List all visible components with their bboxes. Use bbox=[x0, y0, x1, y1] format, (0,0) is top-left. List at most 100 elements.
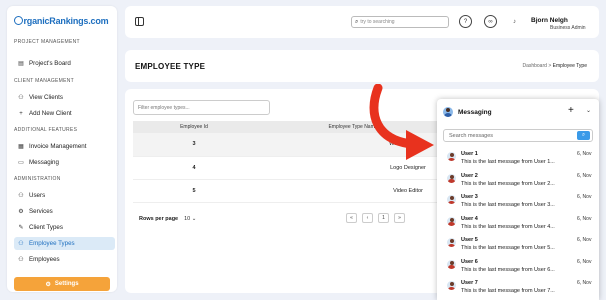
message-user: User 2 bbox=[461, 172, 478, 179]
sidebar-item-label: Employees bbox=[29, 256, 60, 263]
message-preview: This is the last message from User 3... bbox=[461, 202, 555, 208]
message-date: 6, Nov bbox=[577, 172, 592, 179]
filter-input[interactable]: Filter employee types... bbox=[133, 100, 270, 115]
list-item[interactable]: User 5 This is the last message from Use… bbox=[437, 234, 599, 256]
chevron-down-icon[interactable]: ⌄ bbox=[586, 107, 591, 114]
sidebar-item-users[interactable]: ⚇ Users bbox=[14, 189, 115, 202]
sidebar-item-employee-types[interactable]: ⚇ Employee Types bbox=[14, 237, 115, 250]
table-row[interactable]: 5 Video Editor bbox=[133, 179, 451, 203]
message-user: User 6 bbox=[461, 258, 478, 265]
list-item[interactable]: User 6 This is the last message from Use… bbox=[437, 256, 599, 278]
bell-icon[interactable]: ♪ bbox=[508, 15, 521, 28]
sidebar-item-label: View Clients bbox=[29, 94, 63, 101]
plus-icon[interactable]: + bbox=[568, 105, 574, 116]
list-item[interactable]: User 3 This is the last message from Use… bbox=[437, 191, 599, 213]
message-date: 6, Nov bbox=[577, 237, 592, 243]
cell-employee-id: 3 bbox=[133, 133, 255, 157]
logo-o-icon bbox=[14, 16, 23, 25]
sidebar-item-invoice-management[interactable]: ▦ Invoice Management bbox=[14, 140, 115, 153]
message-date: 6, Nov bbox=[577, 151, 592, 157]
current-page-button[interactable]: 1 bbox=[378, 213, 389, 223]
list-item[interactable]: User 7 This is the last message from Use… bbox=[437, 277, 599, 299]
link-icon[interactable]: ∞ bbox=[484, 15, 497, 28]
top-header: ⌕ try to searching ? ∞ ♪ Bjorn Nelgh Busi… bbox=[125, 6, 599, 38]
sidebar-item-label: Users bbox=[29, 192, 46, 199]
sidebar-item-label: Client Types bbox=[29, 224, 63, 231]
sidebar-item-label: Messaging bbox=[29, 159, 59, 166]
breadcrumb-separator: > bbox=[548, 63, 552, 69]
breadcrumb: Dashboard > Employee Type bbox=[522, 63, 587, 69]
rows-per-page-select[interactable]: 10 ⌄ bbox=[184, 216, 196, 222]
section-client-management: CLIENT MANAGEMENT bbox=[14, 78, 75, 84]
list-item[interactable]: User 1 This is the last message from Use… bbox=[437, 148, 599, 170]
prev-page-button[interactable]: ‹ bbox=[362, 213, 373, 223]
sidebar-item-add-new-client[interactable]: + Add New Client bbox=[14, 107, 115, 120]
avatar bbox=[447, 195, 456, 204]
rows-per-page-label: Rows per page bbox=[139, 216, 179, 222]
invoice-icon: ▦ bbox=[18, 144, 24, 150]
help-icon[interactable]: ? bbox=[459, 15, 472, 28]
message-preview: This is the last message from User 2... bbox=[461, 180, 555, 187]
sidebar: rganicRankings.com PROJECT MANAGEMENT ▤ P… bbox=[7, 6, 117, 292]
sidebar-item-label: Employee Types bbox=[29, 240, 75, 247]
message-preview: This is the last message from User 5... bbox=[461, 245, 555, 251]
sidebar-item-label: Project's Board bbox=[29, 60, 71, 67]
message-date: 6, Nov bbox=[577, 280, 592, 286]
list-item[interactable]: User 2 This is the last message from Use… bbox=[437, 170, 599, 192]
section-administration: ADMINISTRATION bbox=[14, 176, 61, 182]
cell-employee-id: 4 bbox=[133, 156, 255, 180]
message-user: User 7 bbox=[461, 280, 478, 286]
messages-search-placeholder: Search messages bbox=[449, 132, 494, 139]
settings-button[interactable]: ⚙ Settings bbox=[14, 277, 110, 291]
section-additional-features: ADDITIONAL FEATURES bbox=[14, 127, 78, 133]
user-icon: ⚇ bbox=[18, 95, 24, 101]
pagination: « ‹ 1 » bbox=[346, 213, 405, 223]
settings-label: Settings bbox=[54, 281, 79, 287]
message-date: 6, Nov bbox=[577, 215, 592, 222]
sidebar-item-label: Services bbox=[29, 208, 53, 215]
breadcrumb-home[interactable]: Dashboard bbox=[522, 63, 546, 69]
sidebar-item-client-types[interactable]: ✎ Client Types bbox=[14, 221, 115, 234]
message-date: 6, Nov bbox=[577, 194, 592, 200]
rows-per-page-value: 10 bbox=[184, 216, 191, 222]
messages-search-input[interactable]: Search messages ⌕ bbox=[443, 129, 593, 142]
sidebar-item-projects-board[interactable]: ▤ Project's Board bbox=[14, 57, 115, 70]
search-icon[interactable]: ⌕ bbox=[577, 131, 590, 140]
message-user: User 5 bbox=[461, 237, 478, 243]
cell-employee-id: 5 bbox=[133, 179, 255, 203]
list-item[interactable]: User 4 This is the last message from Use… bbox=[437, 213, 599, 235]
sidebar-toggle-icon[interactable] bbox=[135, 17, 144, 26]
sidebar-item-label: Add New Client bbox=[29, 110, 72, 117]
avatar bbox=[443, 107, 453, 117]
red-arrow-icon bbox=[369, 84, 434, 160]
search-icon: ⌕ bbox=[355, 18, 359, 25]
services-icon: ⚙ bbox=[18, 209, 24, 215]
sidebar-item-services[interactable]: ⚙ Services bbox=[14, 205, 115, 218]
clipboard-icon: ▤ bbox=[18, 61, 24, 67]
first-page-button[interactable]: « bbox=[346, 213, 357, 223]
chevron-down-icon: ⌄ bbox=[191, 216, 197, 222]
user-plus-icon: + bbox=[19, 110, 23, 117]
sidebar-item-view-clients[interactable]: ⚇ View Clients bbox=[14, 91, 115, 104]
sidebar-item-messaging[interactable]: ▭ Messaging bbox=[14, 156, 115, 169]
employee-types-icon: ⚇ bbox=[18, 241, 24, 247]
messaging-title: Messaging bbox=[458, 109, 492, 116]
next-page-button[interactable]: » bbox=[394, 213, 405, 223]
logo-text: rganicRankings.com bbox=[23, 16, 109, 26]
message-list: User 1 This is the last message from Use… bbox=[437, 148, 599, 299]
section-project-management: PROJECT MANAGEMENT bbox=[14, 39, 80, 45]
header-search-input[interactable]: ⌕ try to searching bbox=[351, 16, 449, 28]
avatar bbox=[447, 238, 456, 247]
message-user: User 1 bbox=[461, 151, 478, 157]
page-title: EMPLOYEE TYPE bbox=[135, 62, 206, 71]
column-header-employee-id[interactable]: Employee Id bbox=[133, 121, 255, 133]
sidebar-item-employees[interactable]: ⚇ Employees bbox=[14, 253, 115, 266]
chat-icon: ▭ bbox=[18, 160, 24, 166]
employees-icon: ⚇ bbox=[18, 257, 24, 263]
avatar bbox=[447, 259, 456, 269]
user-name[interactable]: Bjorn Nelgh bbox=[531, 17, 568, 24]
logo[interactable]: rganicRankings.com bbox=[14, 16, 109, 26]
avatar bbox=[447, 152, 456, 161]
sidebar-item-label: Invoice Management bbox=[29, 143, 87, 150]
cell-employee-type-name: Video Editor bbox=[255, 179, 451, 203]
